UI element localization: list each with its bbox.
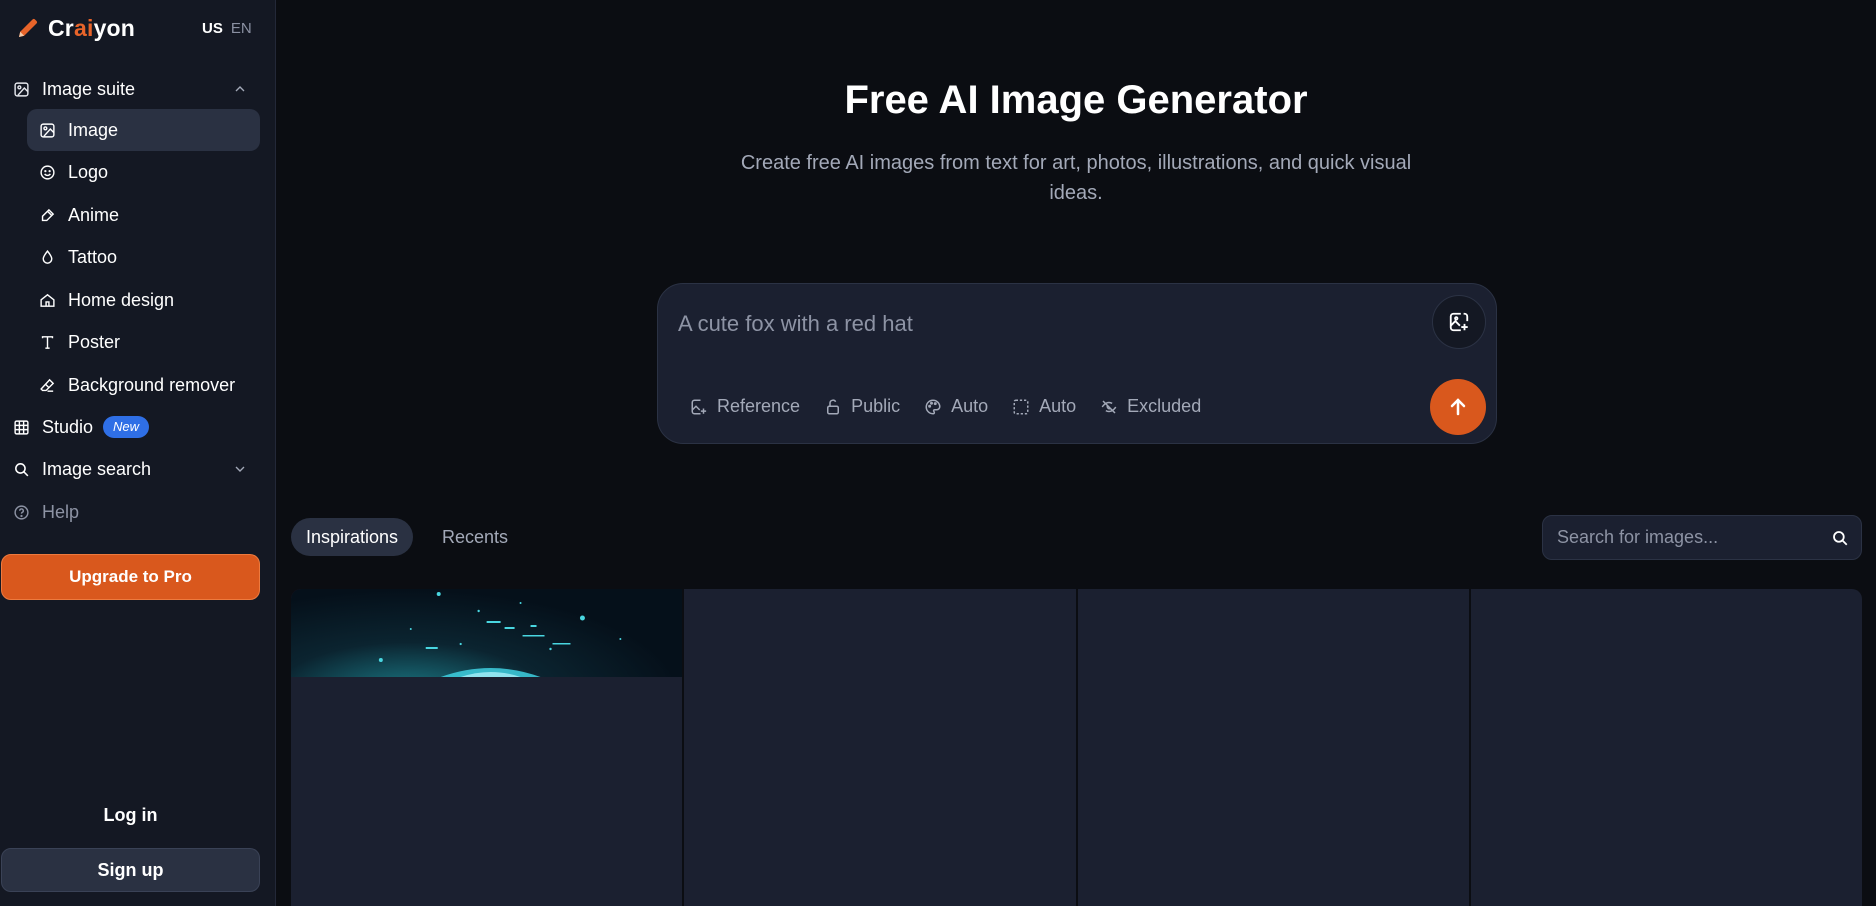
sidebar-item-label: Anime bbox=[68, 204, 120, 225]
brand-name: Craiyon bbox=[48, 14, 136, 41]
brush-icon bbox=[38, 206, 56, 224]
sidebar-item-label: Logo bbox=[68, 161, 109, 182]
sidebar-item-label: Help bbox=[42, 501, 80, 522]
search-icon[interactable] bbox=[1831, 529, 1849, 547]
sidebar-item-anime[interactable]: Anime bbox=[0, 198, 276, 232]
palette-icon bbox=[925, 398, 941, 415]
image-add-icon bbox=[1449, 312, 1469, 332]
drop-icon bbox=[38, 248, 56, 266]
sign-up-button[interactable]: Sign up bbox=[1, 848, 260, 892]
gallery-thumbnail bbox=[291, 589, 683, 677]
gallery-card[interactable] bbox=[1470, 589, 1862, 906]
sidebar: Craiyon US EN Image suite Image Logo Ani… bbox=[0, 0, 276, 906]
sidebar-group-label: Image search bbox=[42, 458, 152, 479]
gallery-card[interactable] bbox=[291, 589, 683, 906]
language-switcher[interactable]: US EN bbox=[202, 20, 252, 37]
image-add-icon bbox=[691, 399, 707, 414]
sidebar-item-logo[interactable]: Logo bbox=[0, 155, 276, 189]
sidebar-item-home-design[interactable]: Home design bbox=[0, 283, 276, 317]
reference-option[interactable]: Reference bbox=[690, 396, 800, 417]
sidebar-item-studio[interactable]: Studio New bbox=[0, 410, 276, 444]
smile-icon bbox=[38, 163, 56, 181]
page-subtitle: Create free AI images from text for art,… bbox=[740, 152, 1412, 204]
sidebar-item-label: Poster bbox=[68, 331, 121, 352]
visibility-option[interactable]: Public bbox=[824, 396, 900, 417]
eraser-icon bbox=[38, 376, 56, 394]
sidebar-item-label: Tattoo bbox=[68, 246, 118, 267]
option-label: Auto bbox=[951, 396, 989, 416]
tab-recents[interactable]: Recents bbox=[427, 518, 523, 556]
gallery-card[interactable] bbox=[1077, 589, 1469, 906]
sidebar-item-tattoo[interactable]: Tattoo bbox=[0, 240, 276, 274]
aspect-ratio-icon bbox=[1013, 399, 1029, 414]
chevron-down-icon bbox=[235, 466, 245, 472]
image-suite-icon bbox=[12, 80, 30, 98]
sidebar-item-help[interactable]: Help bbox=[0, 495, 276, 529]
text-icon bbox=[38, 333, 56, 351]
option-label: Auto bbox=[1039, 396, 1077, 416]
sidebar-item-image[interactable]: Image bbox=[0, 113, 276, 147]
sidebar-group-image-suite[interactable]: Image suite bbox=[0, 72, 276, 106]
option-label: Public bbox=[851, 396, 901, 416]
option-label: Excluded bbox=[1127, 396, 1202, 416]
lock-open-icon bbox=[827, 399, 840, 414]
generate-button[interactable] bbox=[1430, 379, 1486, 435]
sidebar-item-label: Image bbox=[68, 119, 119, 140]
add-image-button[interactable] bbox=[1432, 295, 1486, 349]
pencil-icon bbox=[19, 18, 38, 37]
region-label: US bbox=[202, 20, 223, 37]
home-icon bbox=[38, 291, 56, 309]
upgrade-to-pro-button[interactable]: Upgrade to Pro bbox=[1, 554, 260, 600]
aspect-ratio-option[interactable]: Auto bbox=[1012, 396, 1076, 417]
sidebar-item-poster[interactable]: Poster bbox=[0, 325, 276, 359]
gallery-card[interactable] bbox=[684, 589, 1076, 906]
sidebar-item-label: Home design bbox=[68, 289, 175, 310]
chevron-up-icon bbox=[235, 86, 245, 92]
eye-off-icon bbox=[1101, 399, 1117, 414]
image-icon bbox=[38, 121, 56, 139]
page-title: Free AI Image Generator bbox=[844, 78, 1308, 122]
search-icon bbox=[12, 460, 30, 478]
sidebar-item-label: Background remover bbox=[68, 374, 236, 395]
image-search-box bbox=[1542, 515, 1862, 560]
prompt-composer: Reference Public Auto Auto Excluded bbox=[657, 283, 1497, 444]
brand-logo[interactable]: Craiyon bbox=[16, 12, 135, 44]
image-search-input[interactable] bbox=[1557, 516, 1817, 559]
log-in-button[interactable]: Log in bbox=[1, 797, 260, 833]
help-icon bbox=[12, 503, 30, 521]
studio-grid-icon bbox=[12, 418, 30, 436]
prompt-input[interactable] bbox=[678, 304, 1378, 344]
sidebar-item-label: Studio bbox=[42, 416, 94, 437]
inspiration-gallery bbox=[291, 589, 1862, 906]
sidebar-group-label: Image suite bbox=[42, 78, 136, 99]
option-label: Reference bbox=[717, 396, 801, 416]
prompt-options: Reference Public Auto Auto Excluded bbox=[690, 396, 1225, 417]
language-label: EN bbox=[230, 20, 252, 37]
style-option[interactable]: Auto bbox=[924, 396, 988, 417]
arrow-up-icon bbox=[1450, 398, 1466, 416]
exclude-option[interactable]: Excluded bbox=[1100, 396, 1201, 417]
new-badge: New bbox=[103, 416, 150, 438]
sidebar-item-background-remover[interactable]: Background remover bbox=[0, 368, 276, 402]
sidebar-group-image-search[interactable]: Image search bbox=[0, 452, 276, 486]
tab-inspirations[interactable]: Inspirations bbox=[291, 518, 414, 556]
